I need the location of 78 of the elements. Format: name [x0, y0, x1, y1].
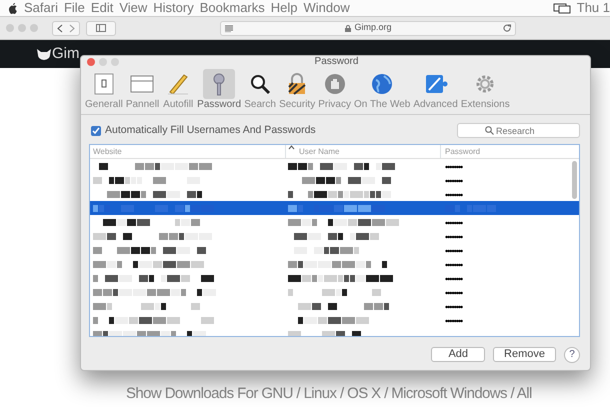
- password-text: ••••••••: [445, 232, 462, 242]
- search-icon: [485, 126, 494, 136]
- search-field[interactable]: Research: [457, 123, 580, 138]
- preferences-tab[interactable]: Generall: [84, 69, 124, 110]
- table-row[interactable]: ••••••••: [90, 284, 579, 299]
- page-text: Show Downloads For GNU / Linux / OS X / Microsoft Windows / All: [126, 384, 532, 404]
- password-text: ••••••••: [445, 176, 462, 186]
- preferences-tab[interactable]: Extensions: [460, 69, 511, 110]
- back-forward-control[interactable]: [52, 20, 80, 36]
- menu-item[interactable]: Window: [304, 0, 350, 18]
- table-row[interactable]: ••••••••: [90, 298, 579, 313]
- table-row[interactable]: ••••••••: [90, 186, 579, 201]
- menu-item[interactable]: Edit: [90, 0, 114, 18]
- pixelated-text: [294, 246, 359, 254]
- menu-item[interactable]: View: [119, 0, 148, 18]
- table-row[interactable]: ••••••••: [90, 158, 579, 173]
- preferences-tab[interactable]: Advanced: [412, 69, 459, 110]
- column-header[interactable]: Website: [93, 146, 122, 156]
- password-text: ••••••••: [445, 302, 462, 312]
- checkbox-label: Automatically Fill Usernames And Passwords: [105, 123, 316, 138]
- table-row[interactable]: ••••••••: [90, 214, 579, 229]
- table-row[interactable]: [90, 200, 579, 215]
- search-icon: [248, 72, 272, 96]
- dialog-button[interactable]: Add: [431, 347, 486, 362]
- table-row[interactable]: ••••••••: [90, 270, 579, 285]
- password-text: ••••••••: [445, 162, 462, 172]
- menu-item[interactable]: Safari: [24, 0, 58, 18]
- column-header[interactable]: Password: [445, 146, 480, 156]
- display-icon[interactable]: [552, 2, 571, 14]
- password-text: ••••••••: [445, 316, 462, 326]
- globe-icon: [370, 72, 394, 96]
- password-text: ••••••••: [445, 260, 462, 270]
- back-icon[interactable]: [57, 24, 63, 32]
- password-text: ••••••••: [445, 288, 462, 298]
- close-button[interactable]: [87, 58, 95, 66]
- dialog-title: Password: [314, 56, 358, 67]
- pixelated-text: [298, 316, 369, 324]
- menu-item[interactable]: Bookmarks: [200, 0, 265, 18]
- table-row[interactable]: ••••••••: [90, 242, 579, 257]
- clock-text: Thu 1: [576, 0, 610, 18]
- sort-icon[interactable]: [288, 144, 295, 150]
- password-text: ••••••••: [445, 218, 462, 228]
- reader-icon[interactable]: [225, 24, 233, 32]
- logo-text[interactable]: Gim: [52, 43, 80, 66]
- address-bar[interactable]: Gimp.org: [220, 20, 516, 36]
- password-text: ••••••••: [445, 274, 462, 284]
- pencil-icon: [166, 72, 190, 96]
- column-header[interactable]: User Name: [299, 144, 340, 158]
- table-row[interactable]: ••••••••: [90, 228, 579, 243]
- sidebar-button[interactable]: [86, 20, 116, 36]
- menu-item[interactable]: History: [153, 0, 194, 18]
- scrollbar[interactable]: [572, 160, 577, 199]
- preferences-tab[interactable]: Search: [243, 69, 278, 110]
- address-text: Gimp.org: [354, 21, 392, 34]
- preferences-tab[interactable]: On The Web: [353, 69, 412, 110]
- preferences-tab[interactable]: Pannell: [124, 69, 160, 110]
- table-row[interactable]: ••••••••: [90, 256, 579, 271]
- reload-icon[interactable]: [503, 24, 512, 32]
- checkbox[interactable]: [91, 126, 101, 136]
- sidebar-icon: [96, 24, 106, 32]
- switch-icon: [92, 72, 116, 96]
- help-button[interactable]: ?: [564, 346, 580, 363]
- forward-icon[interactable]: [69, 24, 75, 32]
- table-row[interactable]: ••••••••: [90, 312, 579, 327]
- preferences-tab[interactable]: Autofill: [161, 69, 196, 110]
- dialog-button[interactable]: Remove: [493, 347, 556, 362]
- cat-icon[interactable]: [36, 47, 52, 62]
- menu-item[interactable]: Help: [270, 0, 298, 18]
- lock-icon: [344, 24, 350, 32]
- table-row[interactable]: ••••••••: [90, 172, 579, 187]
- apple-icon[interactable]: [8, 2, 18, 14]
- puzzle-icon: [424, 72, 448, 96]
- menu-item[interactable]: File: [64, 0, 85, 18]
- password-text: ••••••••: [445, 246, 462, 256]
- password-text: ••••••••: [445, 190, 462, 200]
- preferences-tab[interactable]: Privacy: [317, 69, 352, 110]
- hand-icon: [322, 72, 347, 96]
- preferences-tab[interactable]: Security: [278, 69, 316, 110]
